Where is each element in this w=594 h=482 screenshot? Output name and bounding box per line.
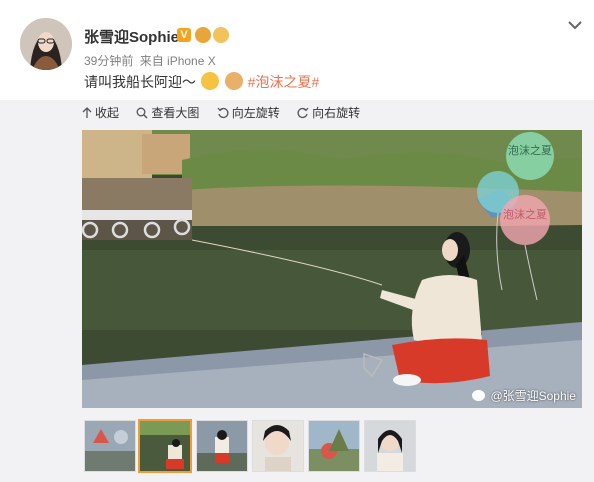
collapse-label: 收起	[95, 106, 120, 120]
hashtag-link[interactable]: #泡沫之夏#	[248, 74, 320, 90]
smile-emoji-icon	[200, 72, 219, 90]
rotate-left-button[interactable]: 向左旋转	[217, 104, 280, 121]
zoom-icon	[136, 107, 148, 119]
weibo-logo-icon	[472, 390, 486, 401]
rotate-left-icon	[217, 107, 229, 118]
thumbnail[interactable]	[84, 420, 136, 472]
chevron-down-icon[interactable]	[566, 16, 584, 34]
rotate-right-label: 向右旋转	[312, 106, 361, 120]
view-large-label: 查看大图	[151, 106, 200, 120]
username[interactable]: 张雪迎Sophie	[84, 26, 179, 47]
member-medal-icon[interactable]	[195, 27, 211, 43]
photo-watermark: @张雪迎Sophie	[472, 387, 576, 404]
rotate-right-button[interactable]: 向右旋转	[297, 104, 360, 121]
avatar[interactable]	[20, 18, 72, 70]
post-source: 来自 iPhone X	[139, 54, 216, 68]
verified-badge: V	[177, 28, 191, 42]
thumbnail[interactable]	[196, 420, 248, 472]
post-meta: 39分钟前 来自 iPhone X	[84, 52, 216, 69]
balloon-text-pink: 泡沫之夏	[503, 207, 547, 221]
balloon-text-green: 泡沫之夏	[508, 143, 552, 157]
post-text: 请叫我船长阿迎～ #泡沫之夏#	[84, 72, 319, 92]
collapse-arrow-icon	[82, 106, 92, 118]
post-header: 张雪迎Sophie V 39分钟前 来自 iPhone X 请叫我船长阿迎～ #…	[0, 0, 594, 100]
rotate-left-label: 向左旋转	[231, 106, 280, 120]
media-toolbar: 收起 查看大图 向左旋转 向右旋转	[82, 104, 374, 124]
fist-emoji-icon	[224, 72, 243, 90]
thumbnail[interactable]	[364, 420, 416, 472]
thumbnail[interactable]	[138, 419, 192, 473]
thumbnail[interactable]	[308, 420, 360, 472]
view-large-button[interactable]: 查看大图	[136, 104, 199, 121]
watermark-text: @张雪迎Sophie	[490, 389, 576, 403]
thumbnail[interactable]	[252, 420, 304, 472]
timestamp[interactable]: 39分钟前	[84, 54, 133, 68]
rotate-right-icon	[297, 107, 309, 118]
collapse-button[interactable]: 收起	[82, 104, 119, 121]
fan-medal-icon[interactable]	[213, 27, 229, 43]
post-text-main: 请叫我船长阿迎～	[84, 74, 196, 90]
main-photo[interactable]: 泡沫之夏 泡沫之夏 @张雪迎Sophie	[82, 130, 582, 408]
photo-scene: 泡沫之夏 泡沫之夏	[82, 130, 582, 408]
